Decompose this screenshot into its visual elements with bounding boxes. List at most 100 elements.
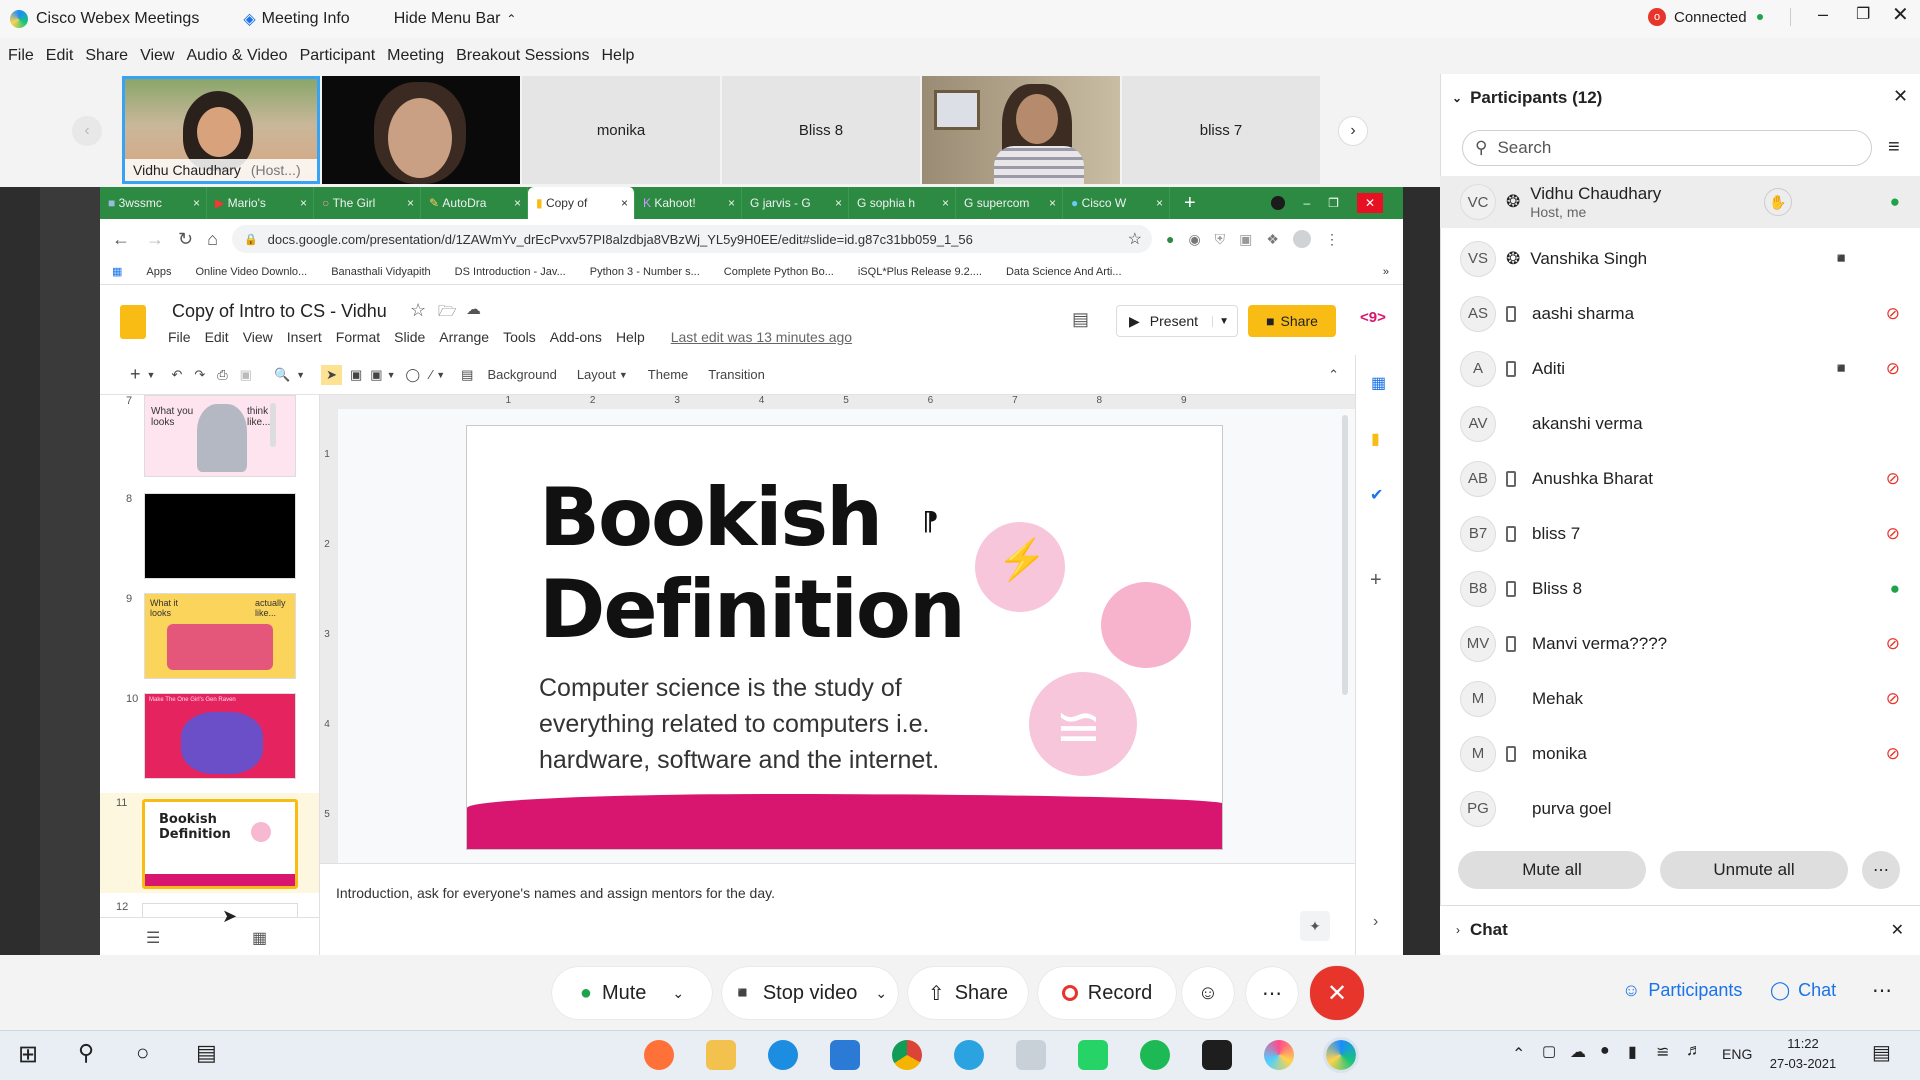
onedrive-cloud-icon[interactable]: ☁: [1570, 1042, 1586, 1062]
restore-icon[interactable]: ❐: [1328, 196, 1339, 210]
close-tab-icon[interactable]: ×: [1156, 196, 1163, 210]
dropdown-arrow-icon[interactable]: ▼: [436, 370, 445, 380]
dropdown-arrow-icon[interactable]: ▼: [1212, 315, 1229, 327]
hide-menu-bar-button[interactable]: Hide Menu Bar ⌃: [394, 10, 517, 28]
participant-row[interactable]: M monika ⊘: [1440, 726, 1920, 781]
addon-icon[interactable]: <9>: [1360, 309, 1386, 326]
dropdown-arrow-icon[interactable]: ▼: [296, 370, 305, 380]
slides-menu-slide[interactable]: Slide: [394, 329, 425, 345]
profile-avatar-icon[interactable]: [1292, 230, 1311, 248]
menu-file[interactable]: File: [8, 47, 34, 65]
slides-menu-tools[interactable]: Tools: [503, 329, 536, 345]
undo-icon[interactable]: ↶: [171, 367, 182, 383]
collapse-toolbar-icon[interactable]: ⌃: [1328, 367, 1339, 383]
calendar-icon[interactable]: ▦: [1371, 373, 1386, 393]
tasks-icon[interactable]: ✔: [1370, 485, 1383, 505]
microphone-icon[interactable]: ●: [1600, 1042, 1610, 1060]
close-tab-icon[interactable]: ×: [621, 196, 628, 210]
close-panel-icon[interactable]: ✕: [1891, 920, 1904, 940]
wifi-icon[interactable]: ≌: [1656, 1042, 1669, 1062]
star-icon[interactable]: ☆: [410, 300, 426, 321]
participant-search-input[interactable]: ⚲ Search: [1462, 130, 1872, 166]
url-field[interactable]: 🔒 docs.google.com/presentation/d/1ZAWmYv…: [231, 225, 1152, 253]
participant-row[interactable]: A Aditi ◾ ⊘: [1440, 341, 1920, 396]
connection-status[interactable]: o Connected: [1648, 8, 1763, 26]
bookmark-item[interactable]: Complete Python Bo...: [724, 266, 834, 278]
slides-menu-arrange[interactable]: Arrange: [439, 329, 489, 345]
browser-tab[interactable]: K Kahoot! ×: [635, 187, 742, 219]
thumbs-next-button[interactable]: ›: [1338, 116, 1368, 146]
mic-muted-icon[interactable]: ⊘: [1886, 524, 1900, 544]
participant-row[interactable]: AV akanshi verma: [1440, 396, 1920, 451]
close-window-icon[interactable]: ✕: [1892, 2, 1909, 27]
more-controls-button[interactable]: ⋯: [1246, 967, 1298, 1019]
end-meeting-button[interactable]: ✕: [1310, 966, 1364, 1020]
chevron-up-icon[interactable]: ⌃: [1512, 1044, 1525, 1064]
present-button[interactable]: ▶ Present ▼: [1116, 305, 1238, 337]
task-view-icon[interactable]: ▤: [196, 1040, 217, 1066]
close-tab-icon[interactable]: ×: [193, 196, 200, 210]
vscode-icon[interactable]: [830, 1040, 860, 1070]
select-cursor-icon[interactable]: ➤: [321, 364, 342, 385]
video-tile-2[interactable]: [322, 76, 520, 184]
battery-icon[interactable]: ▮: [1628, 1042, 1637, 1062]
minimize-icon[interactable]: –: [1818, 4, 1828, 25]
video-tile-bliss7[interactable]: bliss 7: [1122, 76, 1320, 184]
app-icon[interactable]: [1016, 1040, 1046, 1070]
tab-search-icon[interactable]: [1271, 196, 1286, 210]
unmute-all-button[interactable]: Unmute all: [1660, 851, 1848, 889]
webex-icon[interactable]: [1323, 1037, 1359, 1073]
comment-add-icon[interactable]: ▤: [461, 367, 473, 383]
volume-icon[interactable]: ♬: [1686, 1042, 1702, 1060]
paint-app-icon[interactable]: [1264, 1040, 1294, 1070]
device-icon[interactable]: ▢: [1542, 1042, 1556, 1060]
bookmark-item[interactable]: Python 3 - Number s...: [590, 266, 700, 278]
slides-menu-edit[interactable]: Edit: [205, 329, 229, 345]
document-title[interactable]: Copy of Intro to CS - Vidhu: [172, 301, 387, 322]
participants-toggle-button[interactable]: ☺ Participants: [1622, 980, 1742, 1001]
mic-on-icon[interactable]: ●: [1890, 192, 1900, 212]
new-tab-plus-icon[interactable]: +: [1184, 192, 1196, 215]
background-button[interactable]: Background: [487, 367, 556, 382]
video-camera-icon[interactable]: ◾: [1833, 250, 1850, 267]
print-icon[interactable]: ⎙: [217, 367, 227, 383]
slides-menu-format[interactable]: Format: [336, 329, 380, 345]
close-tab-icon[interactable]: ×: [942, 196, 949, 210]
line-icon[interactable]: ∕: [430, 367, 432, 382]
record-button[interactable]: Record: [1038, 967, 1176, 1019]
extension-icon[interactable]: ●: [1166, 231, 1174, 247]
move-folder-icon[interactable]: 🗁: [438, 301, 457, 326]
slides-menu-addons[interactable]: Add-ons: [550, 329, 602, 345]
bookmark-star-icon[interactable]: ☆: [1128, 229, 1142, 249]
cloud-saved-icon[interactable]: ☁: [466, 300, 481, 318]
browser-tab[interactable]: ● Cisco W ×: [1063, 187, 1170, 219]
close-panel-icon[interactable]: ✕: [1893, 86, 1908, 107]
home-icon[interactable]: ⌂: [207, 229, 218, 250]
more-options-button[interactable]: ⋯: [1862, 851, 1900, 889]
meeting-info-button[interactable]: ◈ Meeting Info: [243, 9, 349, 29]
dropdown-arrow-icon[interactable]: ▼: [619, 370, 628, 380]
sort-list-icon[interactable]: ≡: [1888, 136, 1900, 159]
raise-hand-icon[interactable]: ✋: [1764, 188, 1792, 216]
video-tile-bliss8[interactable]: Bliss 8: [722, 76, 920, 184]
slides-menu-help[interactable]: Help: [616, 329, 645, 345]
close-tab-icon[interactable]: ×: [407, 196, 414, 210]
bookmark-item[interactable]: Online Video Downlo...: [195, 266, 307, 278]
back-arrow-icon[interactable]: ←: [112, 229, 130, 250]
close-tab-icon[interactable]: ×: [514, 196, 521, 210]
browser-tab[interactable]: G jarvis - G ×: [742, 187, 849, 219]
chrome-icon[interactable]: [892, 1040, 922, 1070]
chat-panel-header[interactable]: › Chat ✕: [1440, 905, 1920, 953]
reload-icon[interactable]: ↻: [178, 229, 193, 250]
slide-thumb-11[interactable]: Bookish Definition: [142, 799, 298, 889]
search-icon[interactable]: ⚲: [78, 1040, 94, 1066]
mute-all-button[interactable]: Mute all: [1458, 851, 1646, 889]
browser-tab[interactable]: G supercom ×: [956, 187, 1063, 219]
file-explorer-icon[interactable]: [706, 1040, 736, 1070]
layout-button[interactable]: Layout: [577, 367, 616, 382]
chevron-down-icon[interactable]: ⌄: [875, 985, 887, 1002]
slides-menu-file[interactable]: File: [168, 329, 191, 345]
close-tab-icon[interactable]: ×: [300, 196, 307, 210]
apps-grid-icon[interactable]: ▦: [112, 265, 122, 278]
paint-format-icon[interactable]: ▣: [240, 367, 252, 383]
